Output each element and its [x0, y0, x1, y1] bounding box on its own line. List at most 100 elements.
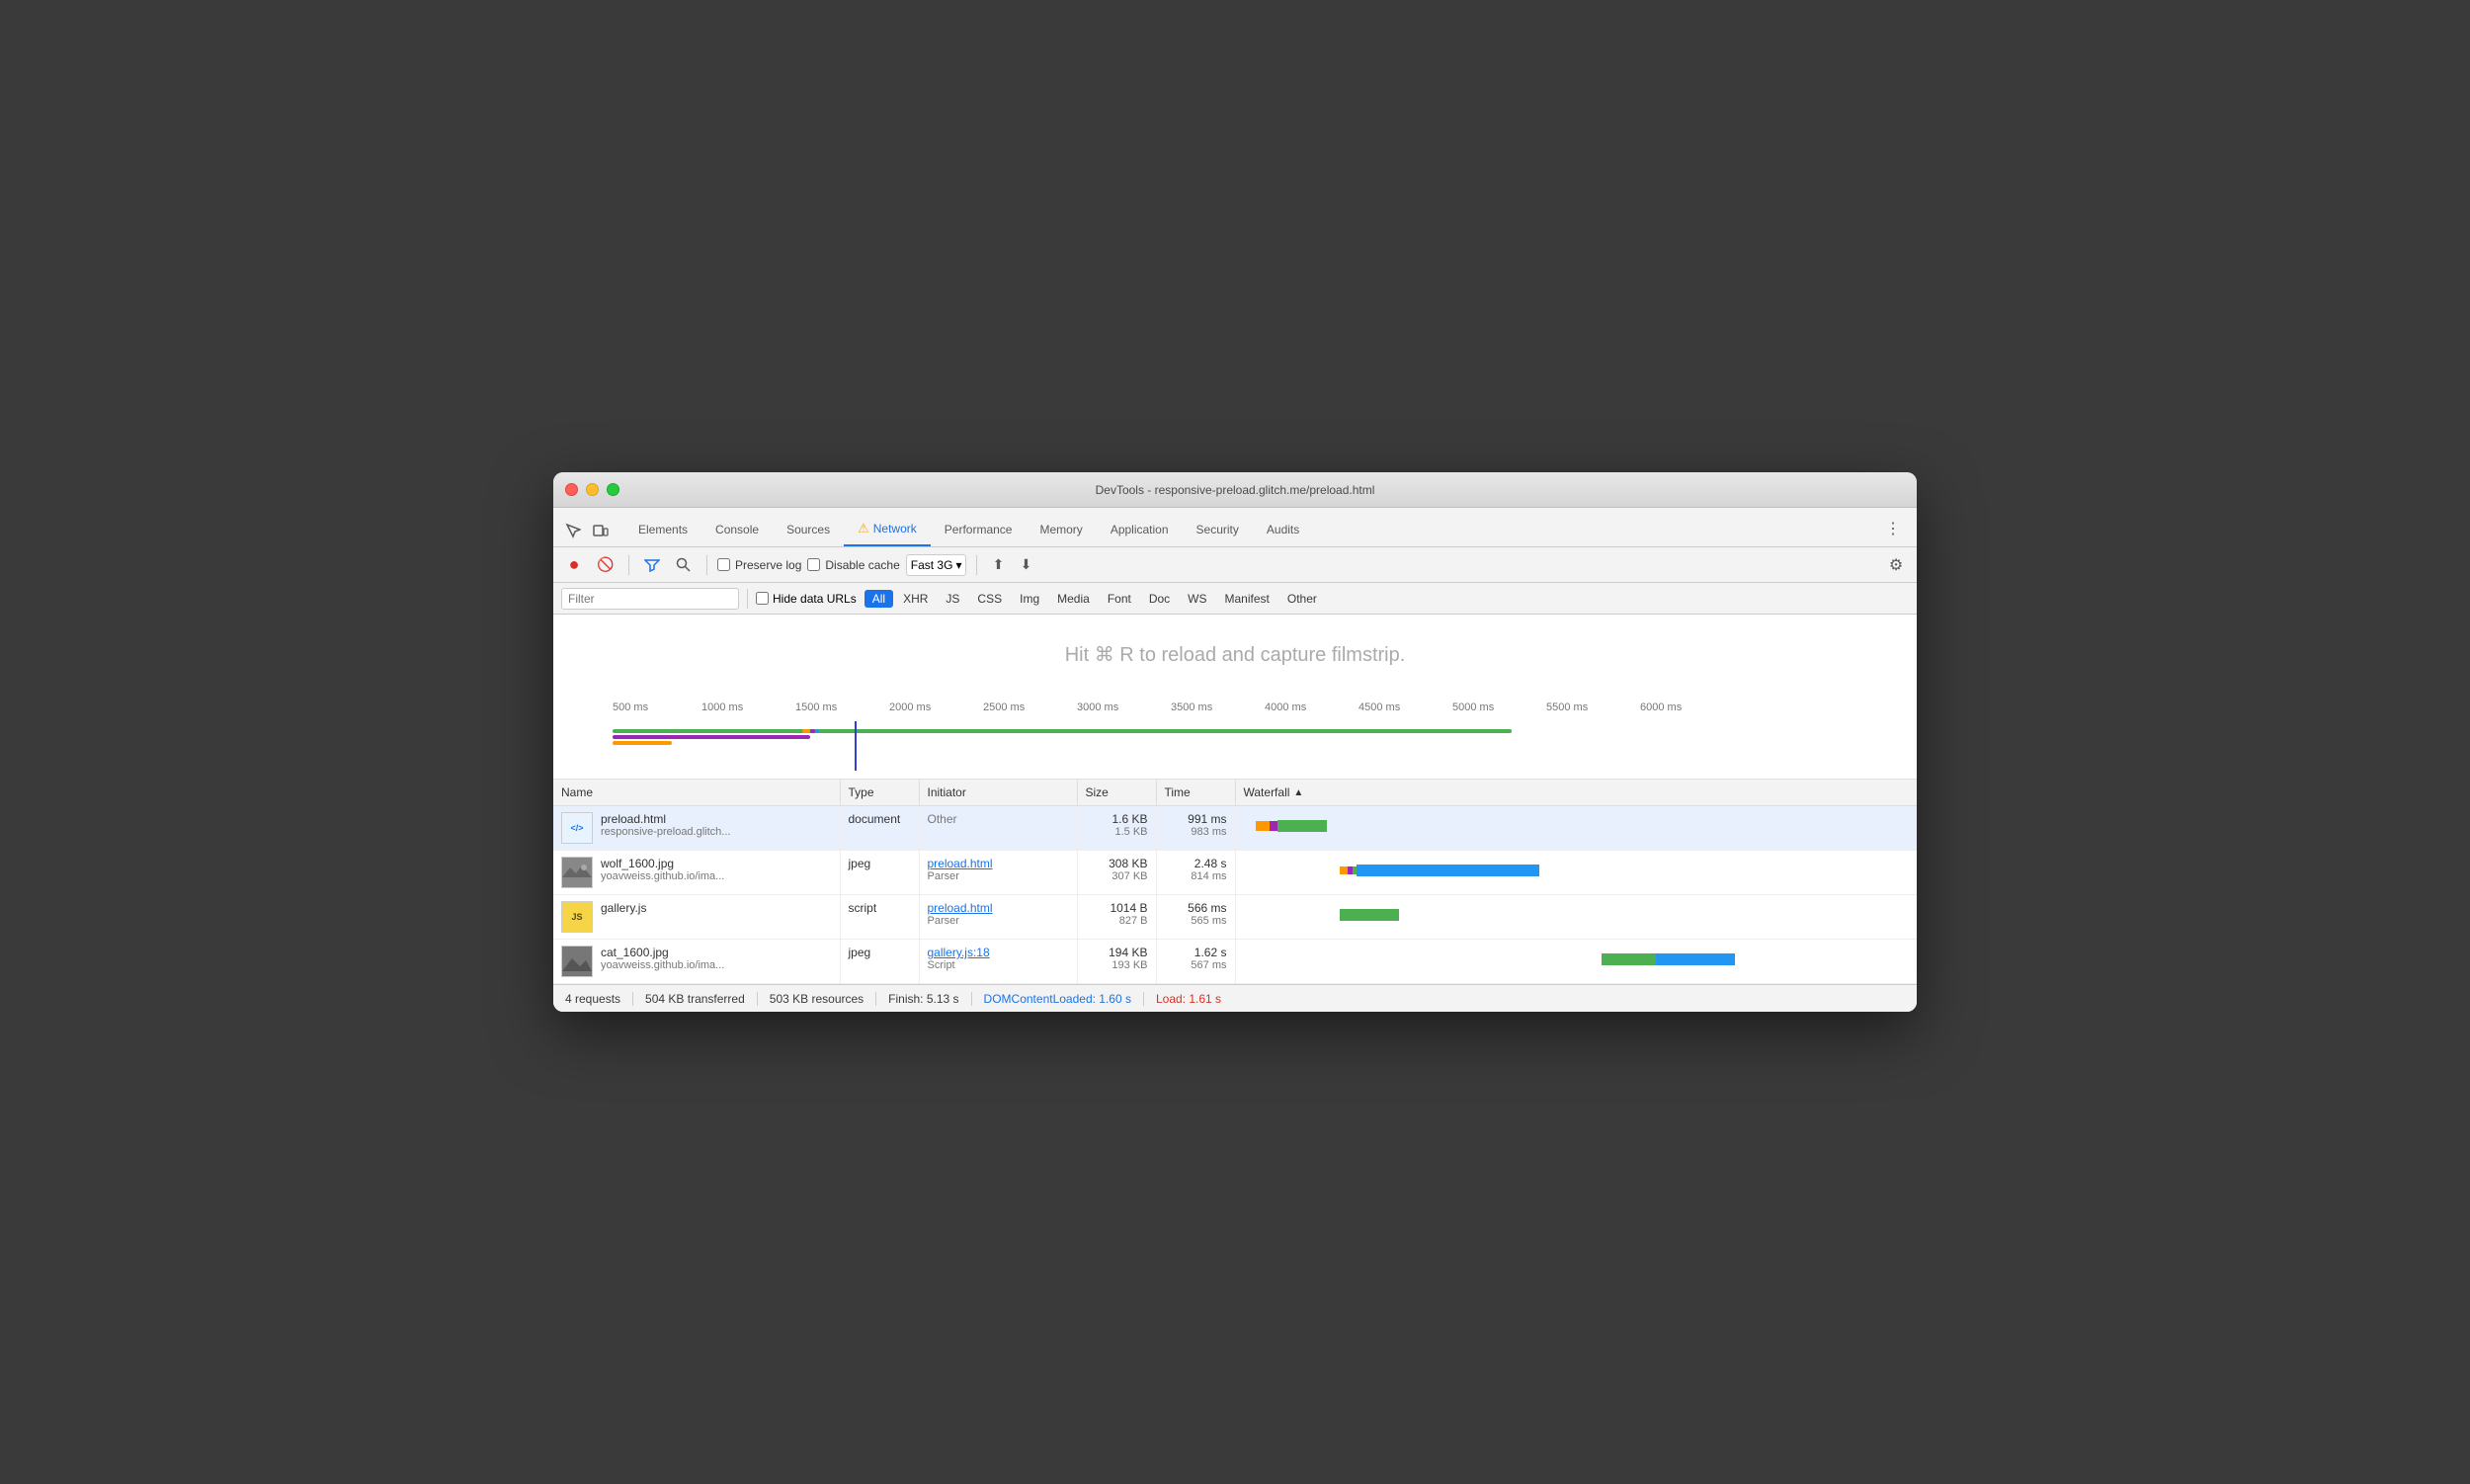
timeline-area: 500 ms 1000 ms 1500 ms 2000 ms 2500 ms 3…	[553, 694, 1917, 780]
wf-seg-purple-1	[1270, 821, 1277, 831]
search-button[interactable]	[671, 552, 697, 578]
table-row[interactable]: JS gallery.js script preload.html	[553, 895, 1917, 940]
tab-security[interactable]: Security	[1183, 515, 1253, 546]
wf-seg-blue-4	[1656, 953, 1735, 965]
download-button[interactable]: ⬇	[1015, 554, 1036, 576]
preserve-log-checkbox[interactable]: Preserve log	[717, 558, 801, 572]
file-icon-js: JS	[561, 901, 593, 933]
table-header-row: Name Type Initiator Size Time Waterfall …	[553, 780, 1917, 806]
cell-time-3: 566 ms 565 ms	[1156, 895, 1235, 940]
settings-button[interactable]: ⚙	[1883, 552, 1909, 578]
status-load: Load: 1.61 s	[1156, 992, 1233, 1006]
cell-size-4: 194 KB 193 KB	[1077, 940, 1156, 984]
cell-size-2: 308 KB 307 KB	[1077, 851, 1156, 895]
tab-network[interactable]: ⚠ Network	[844, 513, 931, 546]
status-finish: Finish: 5.13 s	[888, 992, 971, 1006]
chevron-down-icon: ▾	[955, 558, 961, 572]
tab-performance[interactable]: Performance	[931, 515, 1027, 546]
toolbar-separator-2	[706, 555, 707, 575]
wf-seg-orange-2	[1340, 866, 1348, 874]
upload-button[interactable]: ⬆	[987, 554, 1009, 576]
cell-initiator-1: Other	[919, 806, 1077, 851]
tick-4000ms: 4000 ms	[1265, 701, 1306, 713]
throttle-dropdown[interactable]: Fast 3G ▾	[906, 554, 967, 576]
initiator-link-4[interactable]: gallery.js:18	[928, 946, 1069, 959]
filename-3: gallery.js	[601, 901, 646, 915]
filter-other[interactable]: Other	[1279, 590, 1325, 608]
tick-5000ms: 5000 ms	[1452, 701, 1494, 713]
timeline-bar-green	[613, 729, 1512, 733]
filter-bar: Hide data URLs All XHR JS CSS Img Media …	[553, 583, 1917, 615]
wf-seg-green-1	[1277, 820, 1327, 832]
cell-initiator-4: gallery.js:18 Script	[919, 940, 1077, 984]
status-resources: 503 KB resources	[770, 992, 876, 1006]
filter-icon[interactable]	[639, 552, 665, 578]
cell-type-3: script	[840, 895, 919, 940]
hide-data-urls-checkbox[interactable]: Hide data URLs	[756, 592, 857, 606]
record-button[interactable]: ●	[561, 552, 587, 578]
cell-name-3: JS gallery.js	[553, 895, 840, 940]
cell-name-4: cat_1600.jpg yoavweiss.github.io/ima...	[553, 940, 840, 984]
status-requests: 4 requests	[565, 992, 633, 1006]
tick-5500ms: 5500 ms	[1546, 701, 1588, 713]
filter-font[interactable]: Font	[1100, 590, 1139, 608]
table-row[interactable]: </> preload.html responsive-preload.glit…	[553, 806, 1917, 851]
col-waterfall: Waterfall ▲	[1235, 780, 1917, 806]
cell-initiator-2: preload.html Parser	[919, 851, 1077, 895]
tick-1500ms: 1500 ms	[795, 701, 837, 713]
filter-ws[interactable]: WS	[1180, 590, 1214, 608]
device-toggle-icon[interactable]	[589, 519, 613, 542]
initiator-link-2[interactable]: preload.html	[928, 857, 1069, 870]
filter-doc[interactable]: Doc	[1141, 590, 1178, 608]
tab-console[interactable]: Console	[701, 515, 773, 546]
main-content: Hit ⌘ R to reload and capture filmstrip.…	[553, 615, 1917, 984]
cell-type-1: document	[840, 806, 919, 851]
col-size: Size	[1077, 780, 1156, 806]
import-export: ⬆ ⬇	[987, 554, 1036, 576]
filter-js[interactable]: JS	[938, 590, 967, 608]
cell-size-1: 1.6 KB 1.5 KB	[1077, 806, 1156, 851]
tick-3500ms: 3500 ms	[1171, 701, 1212, 713]
table-row[interactable]: wolf_1600.jpg yoavweiss.github.io/ima...…	[553, 851, 1917, 895]
filter-css[interactable]: CSS	[969, 590, 1010, 608]
filter-media[interactable]: Media	[1049, 590, 1098, 608]
tab-sources[interactable]: Sources	[773, 515, 844, 546]
tab-application[interactable]: Application	[1097, 515, 1183, 546]
minimize-button[interactable]	[586, 483, 599, 496]
filter-all[interactable]: All	[864, 590, 893, 608]
file-icon-img-cat	[561, 946, 593, 977]
filter-manifest[interactable]: Manifest	[1217, 590, 1277, 608]
disable-cache-checkbox[interactable]: Disable cache	[807, 558, 899, 572]
window-title: DevTools - responsive-preload.glitch.me/…	[1096, 483, 1375, 497]
timeline-ruler: 500 ms 1000 ms 1500 ms 2000 ms 2500 ms 3…	[613, 701, 1897, 721]
filter-type-buttons: All XHR JS CSS Img Media Font Doc WS Man…	[864, 590, 1325, 608]
more-tabs-button[interactable]: ⋮	[1877, 511, 1909, 546]
fullscreen-button[interactable]	[607, 483, 619, 496]
tab-memory[interactable]: Memory	[1026, 515, 1096, 546]
col-name: Name	[553, 780, 840, 806]
table-row[interactable]: cat_1600.jpg yoavweiss.github.io/ima... …	[553, 940, 1917, 984]
timeline-bar-orange2	[802, 729, 810, 733]
filmstrip-hint: Hit ⌘ R to reload and capture filmstrip.	[553, 615, 1917, 694]
toolbar-separator-1	[628, 555, 629, 575]
tick-2500ms: 2500 ms	[983, 701, 1025, 713]
clear-button[interactable]: 🚫	[593, 552, 618, 578]
close-button[interactable]	[565, 483, 578, 496]
traffic-lights	[565, 483, 619, 496]
filter-input[interactable]	[561, 588, 739, 610]
initiator-link-3[interactable]: preload.html	[928, 901, 1069, 915]
fileurl-2: yoavweiss.github.io/ima...	[601, 870, 724, 882]
inspect-icon[interactable]	[561, 519, 585, 542]
tick-6000ms: 6000 ms	[1640, 701, 1682, 713]
filter-xhr[interactable]: XHR	[895, 590, 936, 608]
timeline-bars	[613, 721, 1897, 771]
timeline-vline	[855, 721, 857, 771]
tab-audits[interactable]: Audits	[1253, 515, 1313, 546]
filter-img[interactable]: Img	[1012, 590, 1047, 608]
requests-table-wrapper: Name Type Initiator Size Time Waterfall …	[553, 780, 1917, 984]
cell-waterfall-3	[1235, 895, 1917, 940]
tab-elements[interactable]: Elements	[624, 515, 701, 546]
cell-time-1: 991 ms 983 ms	[1156, 806, 1235, 851]
toolbar-right: ⚙	[1883, 552, 1909, 578]
wf-seg-green-4	[1602, 953, 1656, 965]
